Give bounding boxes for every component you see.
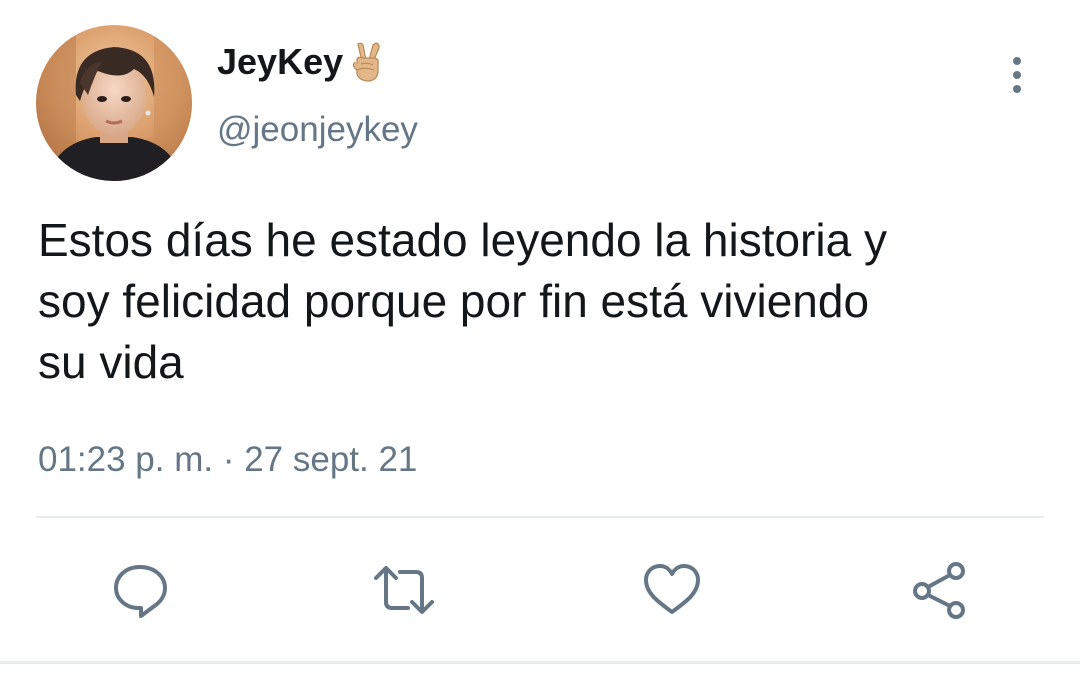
author-avatar[interactable] [36,25,192,181]
more-options-button[interactable] [1002,54,1032,96]
author-handle[interactable]: @jeonjeykey [217,108,418,152]
reply-button[interactable] [108,558,172,622]
victory-hand-emoji-icon [345,40,389,84]
author-display-name[interactable]: JeyKey [217,40,389,84]
like-button[interactable] [640,558,704,622]
avatar-photo [36,25,192,181]
speech-bubble-icon [114,565,167,618]
tweet-timestamp[interactable]: 01:23 p. m. · 27 sept. 21 [38,438,417,482]
vertical-dots-icon [1013,57,1021,93]
bottom-divider [0,661,1080,664]
divider [36,516,1044,518]
display-name-text: JeyKey [217,41,344,82]
share-button[interactable] [908,558,972,622]
share-nodes-icon [913,562,965,619]
retweet-button[interactable] [372,558,436,622]
tweet-text: Estos días he estado leyendo la historia… [38,214,887,388]
tweet-card: JeyKey @jeonjeykey Estos días he estado … [0,0,1080,681]
retweet-arrows-icon [374,566,434,614]
heart-outline-icon [644,564,700,614]
